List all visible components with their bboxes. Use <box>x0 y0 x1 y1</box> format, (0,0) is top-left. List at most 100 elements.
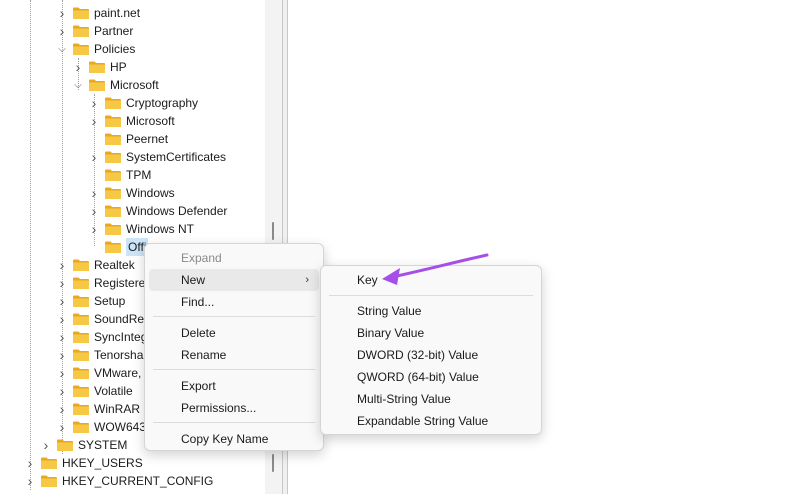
tree-item[interactable]: › Tenorshar <box>55 346 148 364</box>
tree-item[interactable]: › SystemCertificates <box>87 148 226 166</box>
tree-item[interactable]: › Windows Defender <box>87 202 228 220</box>
tree-item[interactable]: › WOW6432 <box>55 418 153 436</box>
chevron-right-icon[interactable]: › <box>87 94 101 112</box>
tree-item[interactable]: › Registerec <box>55 274 152 292</box>
folder-icon <box>72 276 90 290</box>
tree-item[interactable]: › WinRAR <box>55 400 140 418</box>
folder-icon <box>104 240 122 254</box>
folder-icon <box>72 384 90 398</box>
tree-item-label: VMware, I <box>94 366 149 380</box>
chevron-right-icon[interactable]: › <box>87 220 101 238</box>
menu-item-new[interactable]: New › <box>149 269 319 291</box>
folder-icon <box>104 168 122 182</box>
chevron-right-icon[interactable]: › <box>55 400 69 418</box>
tree-item[interactable]: › Windows <box>87 184 175 202</box>
tree-item-label: Windows Defender <box>126 204 228 218</box>
submenu-item-binary-value[interactable]: Binary Value <box>325 322 537 344</box>
tree-item[interactable]: ›Peernet <box>87 130 168 148</box>
menu-item-expand[interactable]: Expand <box>149 247 319 269</box>
chevron-down-icon[interactable]: ⌵ <box>55 40 69 58</box>
tree-item[interactable]: › paint.net <box>55 4 140 22</box>
tree-item-label: Microsoft <box>110 78 159 92</box>
menu-item-find[interactable]: Find... <box>149 291 319 313</box>
tree-item[interactable]: › Windows NT <box>87 220 194 238</box>
chevron-down-icon[interactable]: ⌵ <box>71 76 85 94</box>
tree-scroll-thumb[interactable] <box>272 222 274 240</box>
chevron-right-icon[interactable]: › <box>55 382 69 400</box>
folder-icon <box>104 96 122 110</box>
menu-item-export[interactable]: Export <box>149 375 319 397</box>
chevron-right-icon[interactable]: › <box>55 22 69 40</box>
chevron-right-icon[interactable]: › <box>23 454 37 472</box>
tree-scroll-thumb-lower[interactable] <box>272 454 274 472</box>
chevron-right-icon[interactable]: › <box>55 274 69 292</box>
tree-item[interactable]: › Cryptography <box>87 94 198 112</box>
menu-item-rename[interactable]: Rename <box>149 344 319 366</box>
tree-item-label: Partner <box>94 24 134 38</box>
new-submenu: Key String Value Binary Value DWORD (32-… <box>320 265 542 435</box>
tree-item[interactable]: › HKEY_USERS <box>23 454 143 472</box>
submenu-item-expandable-string-value[interactable]: Expandable String Value <box>325 410 537 432</box>
tree-item[interactable]: › SoundRes <box>55 310 150 328</box>
tree-item-label: SYSTEM <box>78 438 128 452</box>
folder-icon <box>72 312 90 326</box>
tree-item[interactable]: › VMware, I <box>55 364 148 382</box>
tree-guide-line <box>30 0 31 490</box>
submenu-item-string-value-label: String Value <box>357 304 422 318</box>
tree-item-label: HP <box>110 60 127 74</box>
chevron-right-icon[interactable]: › <box>55 4 69 22</box>
menu-item-permissions-label: Permissions... <box>181 401 257 415</box>
tree-item[interactable]: ⌵ Policies <box>55 40 135 58</box>
tree-item[interactable]: › SyncInteg <box>55 328 148 346</box>
tree-item[interactable]: › Volatile <box>55 382 133 400</box>
chevron-right-icon[interactable]: › <box>55 256 69 274</box>
folder-icon <box>104 132 122 146</box>
tree-item[interactable]: › HKEY_CURRENT_CONFIG <box>23 472 214 490</box>
submenu-item-multi-string-value-label: Multi-String Value <box>357 392 451 406</box>
tree-item[interactable]: › HP <box>71 58 127 76</box>
submenu-item-qword-value-label: QWORD (64-bit) Value <box>357 370 479 384</box>
tree-item-label: SystemCertificates <box>126 150 227 164</box>
tree-item[interactable]: › SYSTEM <box>39 436 128 454</box>
tree-item[interactable]: ⌵ Microsoft <box>71 76 159 94</box>
chevron-right-icon[interactable]: › <box>39 436 53 454</box>
tree-item[interactable]: › Microsoft <box>87 112 175 130</box>
submenu-item-string-value[interactable]: String Value <box>325 300 537 322</box>
chevron-right-icon: › <box>305 274 309 286</box>
chevron-right-icon[interactable]: › <box>87 202 101 220</box>
folder-icon <box>72 402 90 416</box>
submenu-item-dword-value-label: DWORD (32-bit) Value <box>357 348 479 362</box>
menu-item-rename-label: Rename <box>181 348 227 362</box>
tree-item[interactable]: › Partner <box>55 22 134 40</box>
submenu-item-qword-value[interactable]: QWORD (64-bit) Value <box>325 366 537 388</box>
chevron-right-icon[interactable]: › <box>71 58 85 76</box>
chevron-right-icon[interactable]: › <box>55 364 69 382</box>
folder-icon <box>72 24 90 38</box>
chevron-right-icon[interactable]: › <box>87 148 101 166</box>
tree-item[interactable]: › Setup <box>55 292 126 310</box>
tree-item[interactable]: ›TPM <box>87 166 151 184</box>
tree-item[interactable]: › Realtek <box>55 256 135 274</box>
tree-item-label: Volatile <box>94 384 133 398</box>
chevron-right-icon[interactable]: › <box>87 112 101 130</box>
chevron-right-icon[interactable]: › <box>55 328 69 346</box>
chevron-right-icon[interactable]: › <box>55 418 69 436</box>
chevron-right-icon[interactable]: › <box>87 184 101 202</box>
submenu-item-multi-string-value[interactable]: Multi-String Value <box>325 388 537 410</box>
menu-item-delete[interactable]: Delete <box>149 322 319 344</box>
menu-item-new-label: New <box>181 273 206 287</box>
folder-icon <box>40 474 58 488</box>
menu-item-permissions[interactable]: Permissions... <box>149 397 319 419</box>
chevron-right-icon[interactable]: › <box>55 346 69 364</box>
folder-icon <box>40 456 58 470</box>
folder-icon <box>72 6 90 20</box>
tree-item-label: HKEY_CURRENT_CONFIG <box>62 474 214 488</box>
tree-item[interactable]: ›Offi <box>87 238 149 256</box>
menu-item-copy-key-name[interactable]: Copy Key Name <box>149 428 319 450</box>
chevron-right-icon[interactable]: › <box>55 310 69 328</box>
tree-item-label: Microsoft <box>126 114 175 128</box>
folder-icon <box>72 42 90 56</box>
chevron-right-icon[interactable]: › <box>23 472 37 490</box>
chevron-right-icon[interactable]: › <box>55 292 69 310</box>
submenu-item-dword-value[interactable]: DWORD (32-bit) Value <box>325 344 537 366</box>
